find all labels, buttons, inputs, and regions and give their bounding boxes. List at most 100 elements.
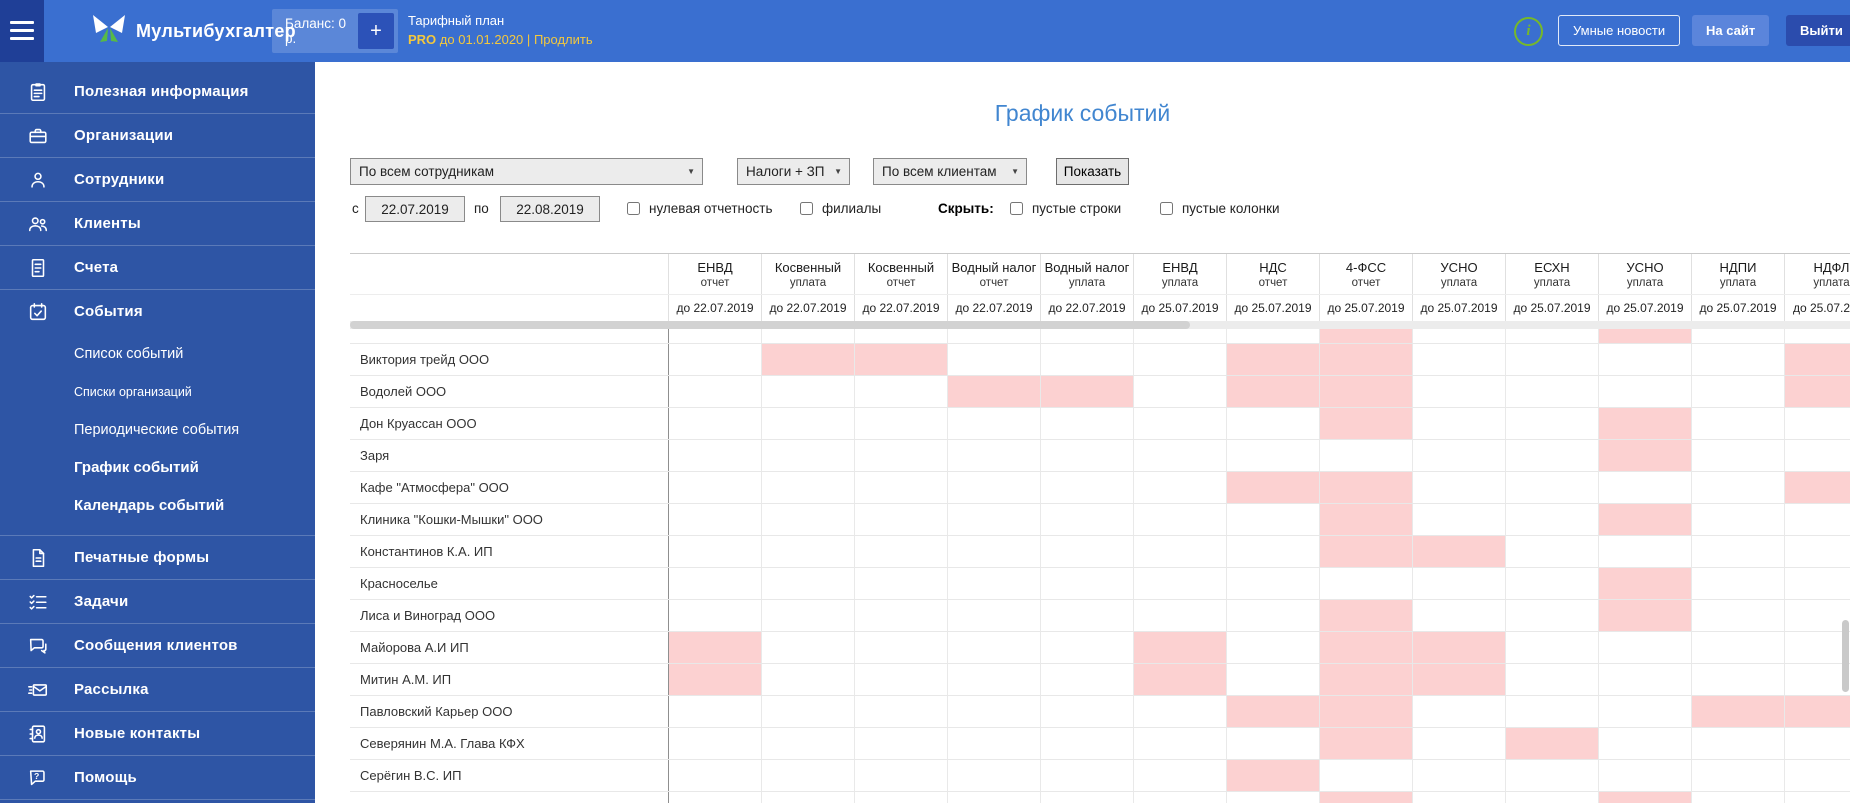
event-cell[interactable] [855, 440, 948, 471]
event-cell[interactable] [762, 568, 855, 599]
event-cell-due[interactable] [1227, 344, 1320, 375]
event-cell-due[interactable] [1785, 376, 1850, 407]
org-name-cell[interactable]: Красноселье [350, 568, 669, 599]
event-cell[interactable] [1506, 600, 1599, 631]
event-cell[interactable] [855, 696, 948, 727]
event-cell[interactable] [948, 504, 1041, 535]
event-cell[interactable] [1413, 696, 1506, 727]
event-cell[interactable] [1413, 792, 1506, 803]
event-cell[interactable] [855, 376, 948, 407]
event-cell[interactable] [762, 760, 855, 791]
event-cell-due[interactable] [1320, 600, 1413, 631]
hamburger-menu-icon[interactable] [0, 0, 44, 62]
event-cell[interactable] [1692, 632, 1785, 663]
date-to-input[interactable] [500, 196, 600, 222]
event-cell-due[interactable] [948, 376, 1041, 407]
event-cell[interactable] [1785, 504, 1850, 535]
event-cell-due[interactable] [1599, 568, 1692, 599]
event-cell[interactable] [1599, 664, 1692, 695]
event-cell[interactable] [1506, 504, 1599, 535]
org-name-cell[interactable]: Павловский Карьер ООО [350, 696, 669, 727]
sidebar-item-events[interactable]: События [0, 290, 315, 333]
event-cell-due[interactable] [1785, 696, 1850, 727]
empty-cols-checkbox[interactable] [1160, 202, 1173, 215]
logout-button[interactable]: Выйти [1786, 15, 1850, 46]
empty-rows-checkbox[interactable] [1010, 202, 1023, 215]
event-cell[interactable] [855, 792, 948, 803]
event-cell[interactable] [948, 568, 1041, 599]
event-cell[interactable] [669, 536, 762, 567]
event-cell[interactable] [1134, 472, 1227, 503]
event-cell[interactable] [1785, 632, 1850, 663]
event-cell-due[interactable] [1599, 504, 1692, 535]
event-cell[interactable] [948, 664, 1041, 695]
event-cell-due[interactable] [1320, 472, 1413, 503]
event-cell[interactable] [762, 472, 855, 503]
org-name-cell[interactable]: Митин А.М. ИП [350, 664, 669, 695]
sidebar-item-periodic-events[interactable]: Периодические события [0, 411, 315, 449]
sidebar-item-events-list[interactable]: Список событий [0, 335, 315, 373]
event-cell[interactable] [1692, 728, 1785, 759]
event-cell[interactable] [762, 664, 855, 695]
event-cell-due[interactable] [1041, 376, 1134, 407]
event-cell[interactable] [1134, 344, 1227, 375]
event-cell[interactable] [669, 376, 762, 407]
event-cell[interactable] [1785, 728, 1850, 759]
event-cell[interactable] [1134, 504, 1227, 535]
org-name-cell[interactable]: Серёгин В.С. ИП [350, 760, 669, 791]
event-cell[interactable] [669, 329, 762, 343]
event-cell[interactable] [1041, 568, 1134, 599]
event-cell[interactable] [1506, 472, 1599, 503]
event-cell[interactable] [1413, 504, 1506, 535]
event-cell[interactable] [1041, 329, 1134, 343]
event-cell[interactable] [1785, 600, 1850, 631]
event-cell[interactable] [1785, 440, 1850, 471]
event-cell[interactable] [1692, 792, 1785, 803]
org-name-cell[interactable]: Лиса и Виноград ООО [350, 600, 669, 631]
event-cell[interactable] [762, 728, 855, 759]
sidebar-item-help[interactable]: ? Помощь [0, 756, 315, 800]
event-cell-due[interactable] [762, 344, 855, 375]
event-cell[interactable] [669, 568, 762, 599]
event-cell[interactable] [855, 568, 948, 599]
sidebar-item-clients[interactable]: Клиенты [0, 202, 315, 246]
event-cell[interactable] [1227, 600, 1320, 631]
org-name-cell[interactable]: Заря [350, 440, 669, 471]
org-name-cell[interactable]: Водолей ООО [350, 376, 669, 407]
event-cell[interactable] [1785, 664, 1850, 695]
event-cell[interactable] [1134, 329, 1227, 343]
event-cell[interactable] [1041, 728, 1134, 759]
event-cell[interactable] [855, 728, 948, 759]
event-cell-due[interactable] [1413, 632, 1506, 663]
event-cell[interactable] [762, 408, 855, 439]
event-cell[interactable] [762, 696, 855, 727]
event-cell[interactable] [1506, 536, 1599, 567]
event-cell[interactable] [855, 600, 948, 631]
event-cell[interactable] [1041, 504, 1134, 535]
event-cell[interactable] [1413, 760, 1506, 791]
tariff-renew-link[interactable]: Продлить [534, 32, 593, 47]
event-cell[interactable] [1692, 600, 1785, 631]
event-cell-due[interactable] [1134, 632, 1227, 663]
event-cell[interactable] [1413, 440, 1506, 471]
event-cell[interactable] [1041, 440, 1134, 471]
org-name-cell[interactable]: Тихое место ООО [350, 792, 669, 803]
sidebar-item-organizations[interactable]: Организации [0, 114, 315, 158]
event-cell[interactable] [1506, 664, 1599, 695]
event-cell[interactable] [1227, 408, 1320, 439]
event-cell[interactable] [762, 329, 855, 343]
to-site-button[interactable]: На сайт [1692, 15, 1770, 46]
event-cell[interactable] [1692, 504, 1785, 535]
event-cell[interactable] [855, 536, 948, 567]
event-cell[interactable] [1692, 329, 1785, 343]
event-cell[interactable] [1506, 344, 1599, 375]
event-cell-due[interactable] [669, 632, 762, 663]
event-cell[interactable] [855, 632, 948, 663]
event-cell-due[interactable] [1227, 472, 1320, 503]
event-cell[interactable] [855, 504, 948, 535]
event-cell[interactable] [1134, 600, 1227, 631]
event-cell[interactable] [1506, 632, 1599, 663]
event-cell[interactable] [1785, 568, 1850, 599]
event-cell[interactable] [1134, 408, 1227, 439]
event-cell[interactable] [1320, 568, 1413, 599]
